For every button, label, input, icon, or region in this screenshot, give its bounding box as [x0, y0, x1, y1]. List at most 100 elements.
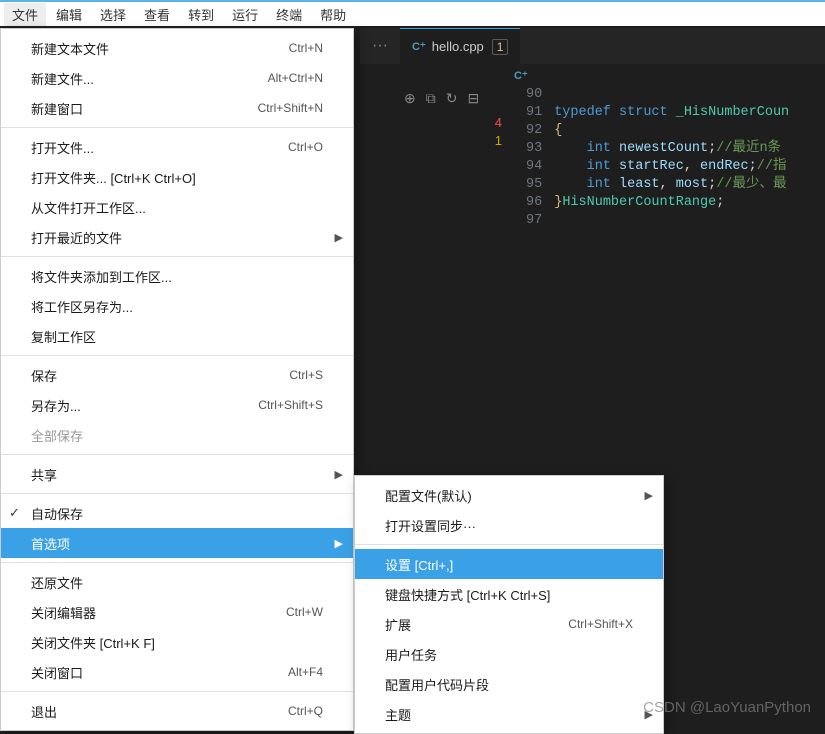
menu-item-label: 配置文件(默认) — [385, 486, 472, 505]
preferences-submenu-item[interactable]: 打开设置同步··· — [355, 510, 663, 540]
cpp-file-icon: C⁺ — [412, 40, 426, 53]
file-menu-item[interactable]: 复制工作区 — [1, 321, 353, 351]
menu-item-label: 退出 — [31, 702, 57, 721]
menubar: 文件 编辑 选择 查看 转到 运行 终端 帮助 — [0, 2, 825, 26]
file-menu-item[interactable]: 将文件夹添加到工作区... — [1, 261, 353, 291]
tab-modified-badge: 1 — [492, 39, 509, 55]
menu-item-label: 主题 — [385, 705, 411, 724]
chevron-right-icon: ▶ — [335, 468, 343, 481]
preferences-submenu-item[interactable]: 配置用户代码片段 — [355, 669, 663, 699]
watermark: CSDN @LaoYuanPython — [643, 699, 811, 716]
menu-separator — [1, 493, 353, 494]
chevron-right-icon: ▶ — [645, 489, 653, 502]
warnings-count: 1 — [488, 132, 502, 150]
tab-overflow-icon[interactable]: ··· — [360, 37, 400, 55]
editor-breadcrumb[interactable]: C⁺ — [508, 64, 825, 86]
file-menu: 新建文本文件 Ctrl+N 新建文件... Alt+Ctrl+N 新建窗口 Ctrl+Sh… — [0, 28, 354, 731]
file-menu-item[interactable]: 从文件打开工作区... — [1, 192, 353, 222]
collapse-icon[interactable]: ⊟ — [467, 90, 479, 107]
editor-tabbar: ··· C⁺ hello.cpp 1 — [360, 28, 825, 64]
file-menu-item[interactable]: 新建文本文件 Ctrl+N — [1, 33, 353, 63]
menubar-item-run[interactable]: 运行 — [224, 3, 266, 26]
menu-shortcut: Ctrl+N — [289, 41, 323, 55]
menu-item-label: 设置 [Ctrl+,] — [385, 555, 453, 574]
file-menu-item[interactable]: 打开文件... Ctrl+O — [1, 132, 353, 162]
menu-shortcut: Alt+Ctrl+N — [268, 71, 323, 85]
editor-tab-hello[interactable]: C⁺ hello.cpp 1 — [400, 28, 520, 64]
menubar-item-view[interactable]: 查看 — [136, 3, 178, 26]
file-menu-item[interactable]: 将工作区另存为... — [1, 291, 353, 321]
preferences-submenu-item[interactable]: 配置文件(默认) ▶ — [355, 480, 663, 510]
menu-item-label: 自动保存 — [31, 504, 83, 523]
menu-shortcut: Ctrl+O — [288, 140, 323, 154]
menu-item-label: 保存 — [31, 366, 57, 385]
menu-separator — [1, 562, 353, 563]
menu-item-label: 关闭窗口 — [31, 663, 83, 682]
menu-separator — [355, 544, 663, 545]
menu-item-label: 关闭文件夹 [Ctrl+K F] — [31, 633, 155, 652]
menubar-item-help[interactable]: 帮助 — [312, 3, 354, 26]
chevron-right-icon: ▶ — [335, 231, 343, 244]
menu-item-label: 打开设置同步··· — [385, 516, 476, 535]
file-menu-item[interactable]: ✓ 自动保存 — [1, 498, 353, 528]
menu-separator — [1, 355, 353, 356]
menu-item-label: 另存为... — [31, 396, 81, 415]
file-menu-item[interactable]: 打开最近的文件 ▶ — [1, 222, 353, 252]
menu-item-label: 新建文本文件 — [31, 39, 109, 58]
file-menu-item[interactable]: 还原文件 — [1, 567, 353, 597]
menu-separator — [1, 127, 353, 128]
check-icon: ✓ — [9, 505, 20, 521]
menu-shortcut: Ctrl+S — [289, 368, 323, 382]
menubar-item-select[interactable]: 选择 — [92, 3, 134, 26]
menu-item-label: 扩展 — [385, 615, 411, 634]
menubar-item-terminal[interactable]: 终端 — [268, 3, 310, 26]
new-folder-icon[interactable]: ⧉ — [426, 90, 436, 107]
menu-item-label: 打开最近的文件 — [31, 228, 122, 247]
menu-separator — [1, 691, 353, 692]
file-menu-item[interactable]: 另存为... Ctrl+Shift+S — [1, 390, 353, 420]
menu-item-label: 新建窗口 — [31, 99, 83, 118]
file-menu-item[interactable]: 保存 Ctrl+S — [1, 360, 353, 390]
file-menu-item[interactable]: 退出Ctrl+Q — [1, 696, 353, 726]
menu-shortcut: Ctrl+W — [286, 605, 323, 619]
cpp-file-icon: C⁺ — [514, 69, 528, 82]
menu-shortcut: Ctrl+Shift+S — [258, 398, 323, 412]
file-menu-item[interactable]: 新建文件... Alt+Ctrl+N — [1, 63, 353, 93]
menu-shortcut: Alt+F4 — [288, 665, 323, 679]
new-file-icon[interactable]: ⊕ — [404, 90, 416, 107]
file-menu-item[interactable]: 关闭窗口 Alt+F4 — [1, 657, 353, 687]
preferences-submenu-item[interactable]: 键盘快捷方式 [Ctrl+K Ctrl+S] — [355, 579, 663, 609]
chevron-right-icon: ▶ — [335, 537, 343, 550]
menu-item-label: 打开文件... — [31, 138, 94, 157]
menu-item-label: 新建文件... — [31, 69, 94, 88]
explorer-toolbar: ⊕ ⧉ ↻ ⊟ — [404, 90, 479, 107]
file-menu-item[interactable]: 新建窗口 Ctrl+Shift+N — [1, 93, 353, 123]
menu-shortcut: Ctrl+Shift+X — [568, 617, 633, 631]
file-menu-item[interactable]: 首选项 ▶ — [1, 528, 353, 558]
file-menu-item[interactable]: 共享▶ — [1, 459, 353, 489]
file-menu-item[interactable]: 关闭文件夹 [Ctrl+K F] — [1, 627, 353, 657]
menu-item-label: 将文件夹添加到工作区... — [31, 267, 172, 286]
menu-item-label: 还原文件 — [31, 573, 83, 592]
menu-item-label: 从文件打开工作区... — [31, 198, 146, 217]
menu-item-label: 键盘快捷方式 [Ctrl+K Ctrl+S] — [385, 585, 550, 604]
menu-shortcut: Ctrl+Shift+N — [258, 101, 323, 115]
errors-count: 4 — [488, 114, 502, 132]
preferences-submenu: 配置文件(默认) ▶ 打开设置同步··· 设置 [Ctrl+,] 键盘快捷方式 [Ctr… — [354, 475, 664, 734]
menu-item-label: 将工作区另存为... — [31, 297, 133, 316]
menubar-item-edit[interactable]: 编辑 — [48, 3, 90, 26]
preferences-submenu-item[interactable]: 设置 [Ctrl+,] — [355, 549, 663, 579]
preferences-submenu-item[interactable]: 扩展 Ctrl+Shift+X — [355, 609, 663, 639]
menu-item-label: 配置用户代码片段 — [385, 675, 489, 694]
menu-item-label: 复制工作区 — [31, 327, 96, 346]
file-menu-item[interactable]: 打开文件夹... [Ctrl+K Ctrl+O] — [1, 162, 353, 192]
menubar-item-goto[interactable]: 转到 — [180, 3, 222, 26]
file-menu-item[interactable]: 关闭编辑器 Ctrl+W — [1, 597, 353, 627]
menu-item-label: 用户任务 — [385, 645, 437, 664]
preferences-submenu-item[interactable]: 主题▶ — [355, 699, 663, 729]
preferences-submenu-item[interactable]: 用户任务 — [355, 639, 663, 669]
menu-item-label: 关闭编辑器 — [31, 603, 96, 622]
menubar-item-file[interactable]: 文件 — [4, 3, 46, 26]
menu-item-label: 首选项 — [31, 534, 70, 553]
refresh-icon[interactable]: ↻ — [446, 90, 458, 107]
